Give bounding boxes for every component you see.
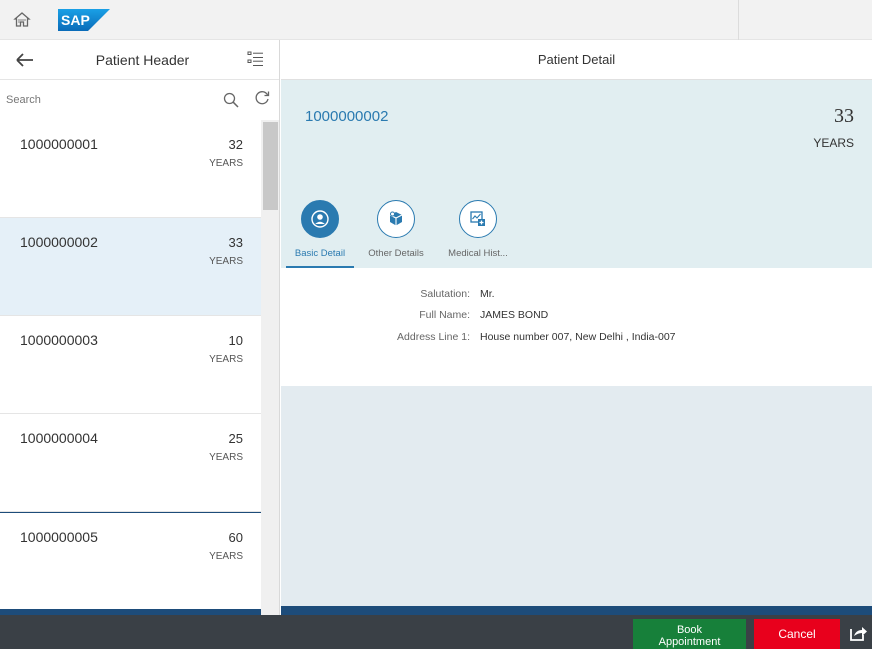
tab-medical-history[interactable]: Medical Hist... (440, 198, 516, 268)
patient-age: 10 (228, 333, 243, 348)
object-age: 33 (834, 105, 854, 127)
home-icon (13, 12, 31, 27)
detail-panel: Patient Detail 1000000002 33 YEARS Basic… (281, 40, 872, 615)
list-scrollbar[interactable] (261, 120, 279, 615)
list-item[interactable]: 1000000004 25 YEARS (0, 414, 261, 512)
person-icon (311, 210, 329, 228)
field-value: Mr. (480, 288, 495, 300)
tab-circle (377, 200, 415, 238)
detail-bottom-bar (281, 606, 872, 615)
book-appointment-button[interactable]: Book Appointment (633, 619, 746, 649)
tab-label: Other Details (368, 248, 424, 259)
tab-label: Medical Hist... (448, 248, 508, 259)
back-arrow-icon[interactable] (14, 50, 36, 70)
list-item[interactable]: 1000000001 32 YEARS (0, 120, 261, 218)
field-label: Address Line 1: (397, 331, 470, 343)
age-unit: YEARS (209, 452, 243, 463)
basic-detail-form: Salutation: Mr. Full Name: JAMES BOND Ad… (281, 268, 872, 386)
list-item[interactable]: 1000000003 10 YEARS (0, 316, 261, 414)
tab-label: Basic Detail (294, 248, 346, 259)
age-unit: YEARS (209, 551, 243, 562)
field-value: JAMES BOND (480, 309, 549, 321)
list-mode-icon[interactable] (246, 50, 266, 70)
home-button[interactable] (8, 6, 36, 34)
tab-circle (301, 200, 339, 238)
object-id: 1000000002 (305, 108, 389, 125)
shell-header: SAP (0, 0, 872, 40)
master-header: Patient Header (0, 40, 279, 80)
object-age-unit: YEARS (813, 136, 854, 150)
patient-id: 1000000002 (20, 234, 98, 250)
search-input[interactable] (6, 88, 214, 112)
cancel-button[interactable]: Cancel (754, 619, 840, 649)
patient-age: 25 (228, 431, 243, 446)
shell-divider (738, 0, 739, 40)
refresh-icon[interactable] (253, 89, 271, 107)
patient-age: 60 (228, 530, 243, 545)
patient-id: 1000000005 (20, 529, 98, 545)
form-row-address: Address Line 1: House number 007, New De… (281, 331, 872, 351)
patient-age: 33 (228, 235, 243, 250)
patient-age: 32 (228, 137, 243, 152)
patient-list: 1000000001 32 YEARS 1000000002 33 YEARS … (0, 120, 261, 615)
svg-text:SAP: SAP (61, 12, 90, 28)
form-row-full-name: Full Name: JAMES BOND (281, 309, 872, 329)
search-bar (0, 80, 279, 118)
tab-basic-detail[interactable]: Basic Detail (282, 198, 358, 268)
age-unit: YEARS (209, 158, 243, 169)
footer-toolbar: Book Appointment Cancel (0, 615, 872, 649)
box-icon (389, 211, 403, 226)
list-item[interactable]: 1000000002 33 YEARS (0, 218, 261, 316)
master-panel: Patient Header 1000000001 32 YEARS 10000… (0, 40, 280, 615)
medical-chart-icon (470, 211, 485, 226)
field-label: Full Name: (419, 309, 470, 321)
patient-id: 1000000004 (20, 430, 98, 446)
list-item[interactable]: 1000000005 60 YEARS (0, 512, 261, 610)
object-header: 1000000002 33 YEARS Basic Detail Other D… (281, 80, 872, 268)
tab-circle (459, 200, 497, 238)
detail-header: Patient Detail (281, 40, 872, 80)
age-unit: YEARS (209, 354, 243, 365)
book-label-line2: Appointment (658, 636, 721, 648)
age-unit: YEARS (209, 256, 243, 267)
detail-title: Patient Detail (537, 52, 616, 67)
field-label: Salutation: (420, 288, 470, 300)
form-row-salutation: Salutation: Mr. (281, 288, 872, 308)
patient-id: 1000000003 (20, 332, 98, 348)
book-label-line1: Book (676, 624, 703, 636)
master-title: Patient Header (95, 52, 190, 68)
tab-other-details[interactable]: Other Details (358, 198, 434, 268)
patient-id: 1000000001 (20, 136, 98, 152)
search-icon[interactable] (223, 92, 239, 108)
scrollbar-thumb[interactable] (263, 122, 278, 210)
field-value: House number 007, New Delhi , India-007 (480, 331, 676, 343)
share-icon[interactable] (848, 623, 868, 643)
sap-logo: SAP (58, 9, 110, 31)
